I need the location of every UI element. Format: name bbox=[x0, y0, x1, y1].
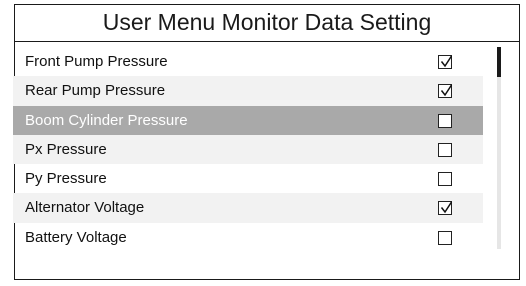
list-item-label: Alternator Voltage bbox=[25, 199, 145, 217]
list-item-alternator-voltage[interactable]: Alternator Voltage bbox=[13, 193, 483, 223]
list-item-label: Px Pressure bbox=[25, 140, 107, 158]
list-item-label: Rear Pump Pressure bbox=[25, 82, 166, 100]
list-item-py-pressure[interactable]: Py Pressure bbox=[13, 164, 483, 193]
check-icon bbox=[440, 84, 452, 97]
scrollbar-track[interactable] bbox=[497, 47, 501, 249]
checkbox[interactable] bbox=[438, 201, 452, 216]
list-item-rear-pump-pressure[interactable]: Rear Pump Pressure bbox=[13, 76, 483, 106]
list-item-label: Boom Cylinder Pressure bbox=[25, 111, 188, 129]
page-title: User Menu Monitor Data Setting bbox=[15, 5, 519, 42]
list-item-label: Py Pressure bbox=[25, 170, 107, 188]
list-item-front-pump-pressure[interactable]: Front Pump Pressure bbox=[13, 47, 483, 76]
list-item-boom-cylinder-pressure[interactable]: Boom Cylinder Pressure bbox=[13, 105, 483, 135]
checkbox[interactable] bbox=[438, 55, 452, 69]
checkbox[interactable] bbox=[438, 142, 452, 157]
list-item-label: Front Pump Pressure bbox=[25, 53, 168, 70]
scrollbar-thumb[interactable] bbox=[497, 47, 501, 77]
checkbox[interactable] bbox=[438, 230, 452, 245]
checkbox[interactable] bbox=[438, 84, 452, 99]
check-icon bbox=[440, 202, 452, 214]
list-item-label: Battery Voltage bbox=[25, 228, 127, 246]
checkbox[interactable] bbox=[438, 113, 452, 128]
monitor-data-list: Front Pump Pressure Rear Pump Pressure B… bbox=[13, 47, 483, 252]
checkbox[interactable] bbox=[438, 172, 452, 187]
list-item-px-pressure[interactable]: Px Pressure bbox=[13, 134, 483, 165]
list-item-battery-voltage[interactable]: Battery Voltage bbox=[13, 223, 483, 252]
check-icon bbox=[440, 55, 452, 68]
